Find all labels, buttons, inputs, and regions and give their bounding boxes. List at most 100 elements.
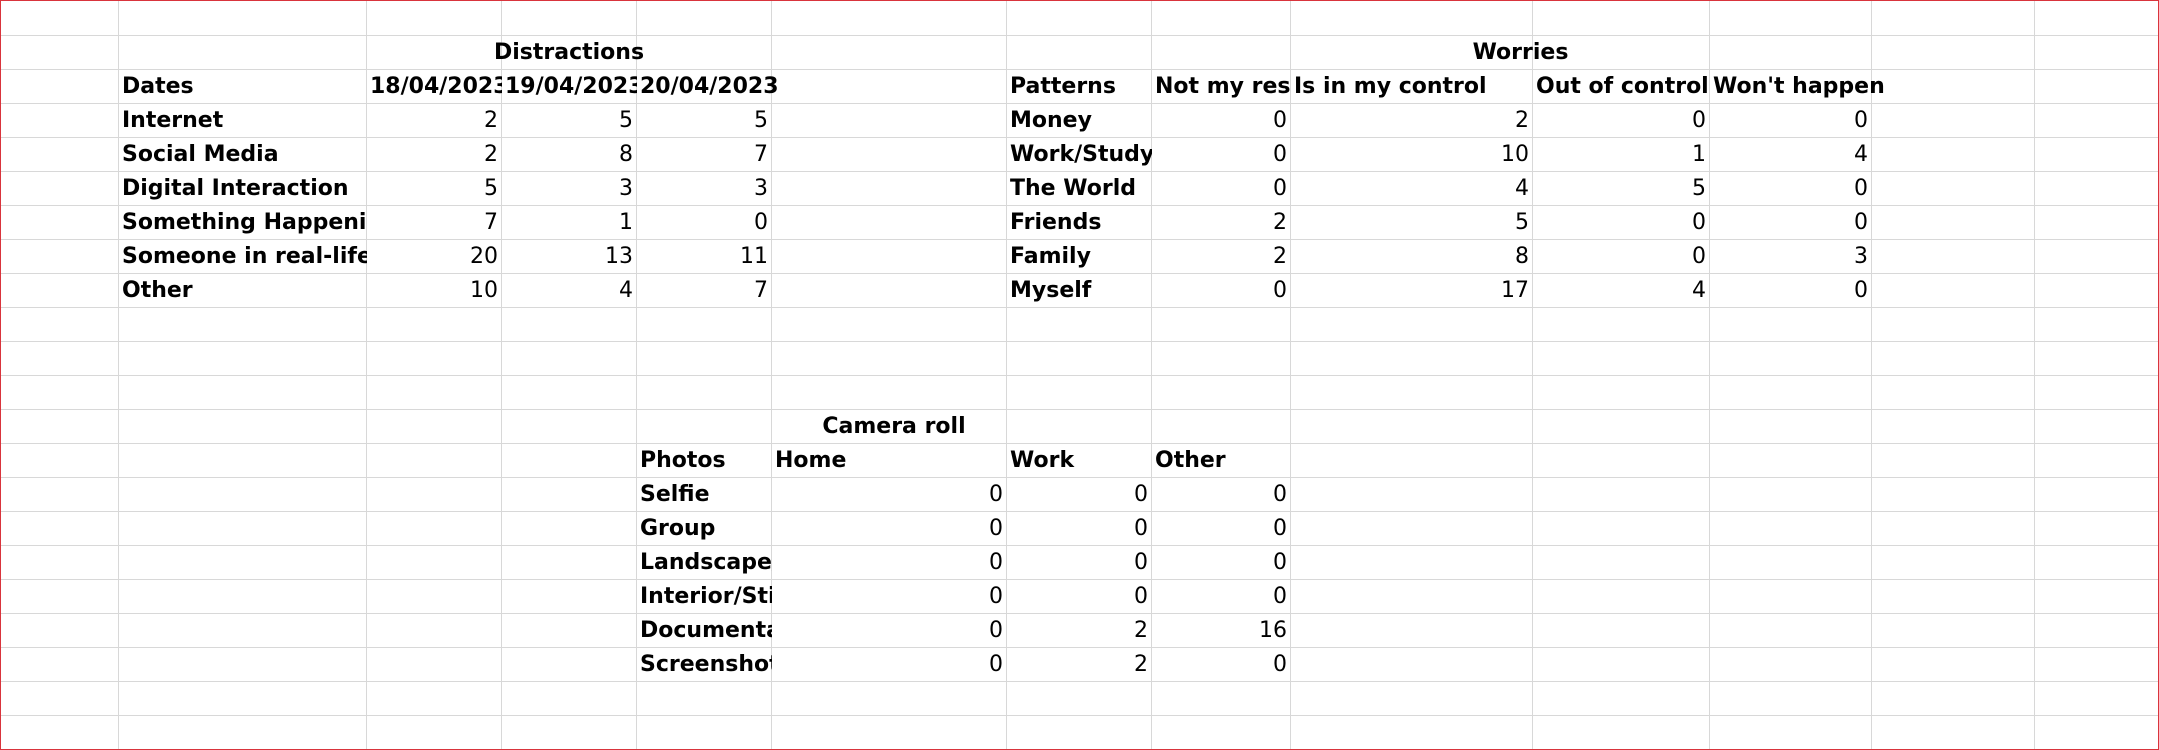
worries-value-cell[interactable]: 5 xyxy=(1533,172,1709,205)
distractions-value-cell[interactable]: 11 xyxy=(637,240,771,273)
camera_roll-value-cell[interactable]: 0 xyxy=(1152,648,1290,681)
worries-value-cell[interactable]: 0 xyxy=(1152,172,1290,205)
spreadsheet-grid[interactable]: Distractions Dates 18/04/2023 19/04/2023 20/… xyxy=(0,0,2159,750)
worries-value-cell[interactable]: 2 xyxy=(1152,206,1290,239)
worries-row-label[interactable]: Friends xyxy=(1007,206,1151,239)
camera_roll-value-cell[interactable]: 2 xyxy=(1007,648,1151,681)
camera_roll-value-cell[interactable]: 0 xyxy=(772,478,1006,511)
worries-value-cell[interactable]: 0 xyxy=(1533,104,1709,137)
distractions-column-header[interactable]: 20/04/2023 xyxy=(637,70,779,103)
camera_roll-value-cell[interactable]: 0 xyxy=(1007,478,1151,511)
distractions-value-cell[interactable]: 2 xyxy=(367,138,501,171)
camera_roll-row-label[interactable]: Interior/Still-life xyxy=(637,580,839,613)
distractions-value-cell[interactable]: 4 xyxy=(502,274,636,307)
worries-corner-header[interactable]: Patterns xyxy=(1007,70,1151,103)
worries-value-cell[interactable]: 0 xyxy=(1710,104,1871,137)
distractions-column-header[interactable]: 19/04/2023 xyxy=(502,70,644,103)
distractions-corner-header[interactable]: Dates xyxy=(119,70,366,103)
distractions-column-header[interactable]: 18/04/2023 xyxy=(367,70,509,103)
distractions-value-cell[interactable]: 0 xyxy=(637,206,771,239)
distractions-title: Distractions xyxy=(493,40,645,65)
distractions-row-label[interactable]: Someone in real-life xyxy=(119,240,372,273)
distractions-value-cell[interactable]: 2 xyxy=(367,104,501,137)
camera_roll-column-header[interactable]: Other xyxy=(1152,444,1290,477)
distractions-row-label[interactable]: Other xyxy=(119,274,366,307)
camera_roll-value-cell[interactable]: 0 xyxy=(1007,512,1151,545)
camera_roll-column-header[interactable]: Work xyxy=(1007,444,1151,477)
worries-title: Worries xyxy=(1472,40,1569,65)
worries-value-cell[interactable]: 2 xyxy=(1152,240,1290,273)
camera_roll-row-label[interactable]: Screenshot xyxy=(637,648,780,681)
camera_roll-value-cell[interactable]: 0 xyxy=(772,648,1006,681)
worries-column-header[interactable]: Out of control xyxy=(1533,70,1709,103)
distractions-value-cell[interactable]: 13 xyxy=(502,240,636,273)
distractions-value-cell[interactable]: 3 xyxy=(502,172,636,205)
worries-value-cell[interactable]: 4 xyxy=(1291,172,1532,205)
row-gridline xyxy=(1,715,2158,716)
distractions-value-cell[interactable]: 20 xyxy=(367,240,501,273)
worries-value-cell[interactable]: 4 xyxy=(1533,274,1709,307)
worries-value-cell[interactable]: 0 xyxy=(1710,274,1871,307)
row-gridline xyxy=(1,681,2158,682)
row-gridline xyxy=(1,341,2158,342)
camera_roll-value-cell[interactable]: 0 xyxy=(1152,512,1290,545)
worries-value-cell[interactable]: 0 xyxy=(1152,274,1290,307)
worries-value-cell[interactable]: 0 xyxy=(1710,172,1871,205)
worries-value-cell[interactable]: 1 xyxy=(1533,138,1709,171)
distractions-value-cell[interactable]: 8 xyxy=(502,138,636,171)
distractions-value-cell[interactable]: 7 xyxy=(637,138,771,171)
camera_roll-row-label[interactable]: Landscape/Cityscape xyxy=(637,546,900,579)
worries-row-label[interactable]: Myself xyxy=(1007,274,1151,307)
worries-value-cell[interactable]: 3 xyxy=(1710,240,1871,273)
distractions-value-cell[interactable]: 7 xyxy=(367,206,501,239)
worries-value-cell[interactable]: 5 xyxy=(1291,206,1532,239)
distractions-value-cell[interactable]: 3 xyxy=(637,172,771,205)
camera_roll-value-cell[interactable]: 0 xyxy=(772,546,1006,579)
worries-column-header[interactable]: Is in my control xyxy=(1291,70,1532,103)
camera_roll-row-label[interactable]: Selfie xyxy=(637,478,771,511)
camera_roll-column-header[interactable]: Home xyxy=(772,444,1006,477)
distractions-row-label[interactable]: Social Media xyxy=(119,138,366,171)
camera_roll-value-cell[interactable]: 0 xyxy=(1007,580,1151,613)
distractions-value-cell[interactable]: 7 xyxy=(637,274,771,307)
worries-value-cell[interactable]: 0 xyxy=(1533,240,1709,273)
distractions-value-cell[interactable]: 1 xyxy=(502,206,636,239)
worries-value-cell[interactable]: 2 xyxy=(1291,104,1532,137)
worries-column-header[interactable]: Won't happen xyxy=(1710,70,1885,103)
camera_roll-value-cell[interactable]: 16 xyxy=(1152,614,1290,647)
distractions-value-cell[interactable]: 10 xyxy=(367,274,501,307)
camera_roll-title: Camera roll xyxy=(822,414,966,439)
distractions-value-cell[interactable]: 5 xyxy=(502,104,636,137)
camera_roll-row-label[interactable]: Group xyxy=(637,512,771,545)
worries-value-cell[interactable]: 4 xyxy=(1710,138,1871,171)
camera_roll-value-cell[interactable]: 0 xyxy=(1007,546,1151,579)
worries-row-label[interactable]: Family xyxy=(1007,240,1151,273)
camera_roll-value-cell[interactable]: 0 xyxy=(1152,478,1290,511)
worries-value-cell[interactable]: 0 xyxy=(1533,206,1709,239)
distractions-row-label[interactable]: Something Happening xyxy=(119,206,398,239)
row-gridline xyxy=(1,375,2158,376)
camera_roll-value-cell[interactable]: 0 xyxy=(1152,546,1290,579)
worries-row-label[interactable]: Money xyxy=(1007,104,1151,137)
worries-column-header[interactable]: Not my responsibility xyxy=(1152,70,1421,103)
camera_roll-value-cell[interactable]: 0 xyxy=(772,512,1006,545)
camera_roll-value-cell[interactable]: 2 xyxy=(1007,614,1151,647)
distractions-value-cell[interactable]: 5 xyxy=(367,172,501,205)
distractions-row-label[interactable]: Internet xyxy=(119,104,366,137)
worries-row-label[interactable]: Work/Study xyxy=(1007,138,1154,171)
worries-value-cell[interactable]: 0 xyxy=(1710,206,1871,239)
row-gridline xyxy=(1,307,2158,308)
camera_roll-corner-header[interactable]: Photos xyxy=(637,444,771,477)
worries-value-cell[interactable]: 17 xyxy=(1291,274,1532,307)
worries-value-cell[interactable]: 10 xyxy=(1291,138,1532,171)
camera_roll-value-cell[interactable]: 0 xyxy=(772,614,1006,647)
distractions-row-label[interactable]: Digital Interaction xyxy=(119,172,366,205)
worries-row-label[interactable]: The World xyxy=(1007,172,1151,205)
camera_roll-value-cell[interactable]: 0 xyxy=(1152,580,1290,613)
worries-value-cell[interactable]: 8 xyxy=(1291,240,1532,273)
worries-value-cell[interactable]: 0 xyxy=(1152,104,1290,137)
camera_roll-value-cell[interactable]: 0 xyxy=(772,580,1006,613)
distractions-value-cell[interactable]: 5 xyxy=(637,104,771,137)
camera_roll-row-label[interactable]: Documentation xyxy=(637,614,830,647)
worries-value-cell[interactable]: 0 xyxy=(1152,138,1290,171)
